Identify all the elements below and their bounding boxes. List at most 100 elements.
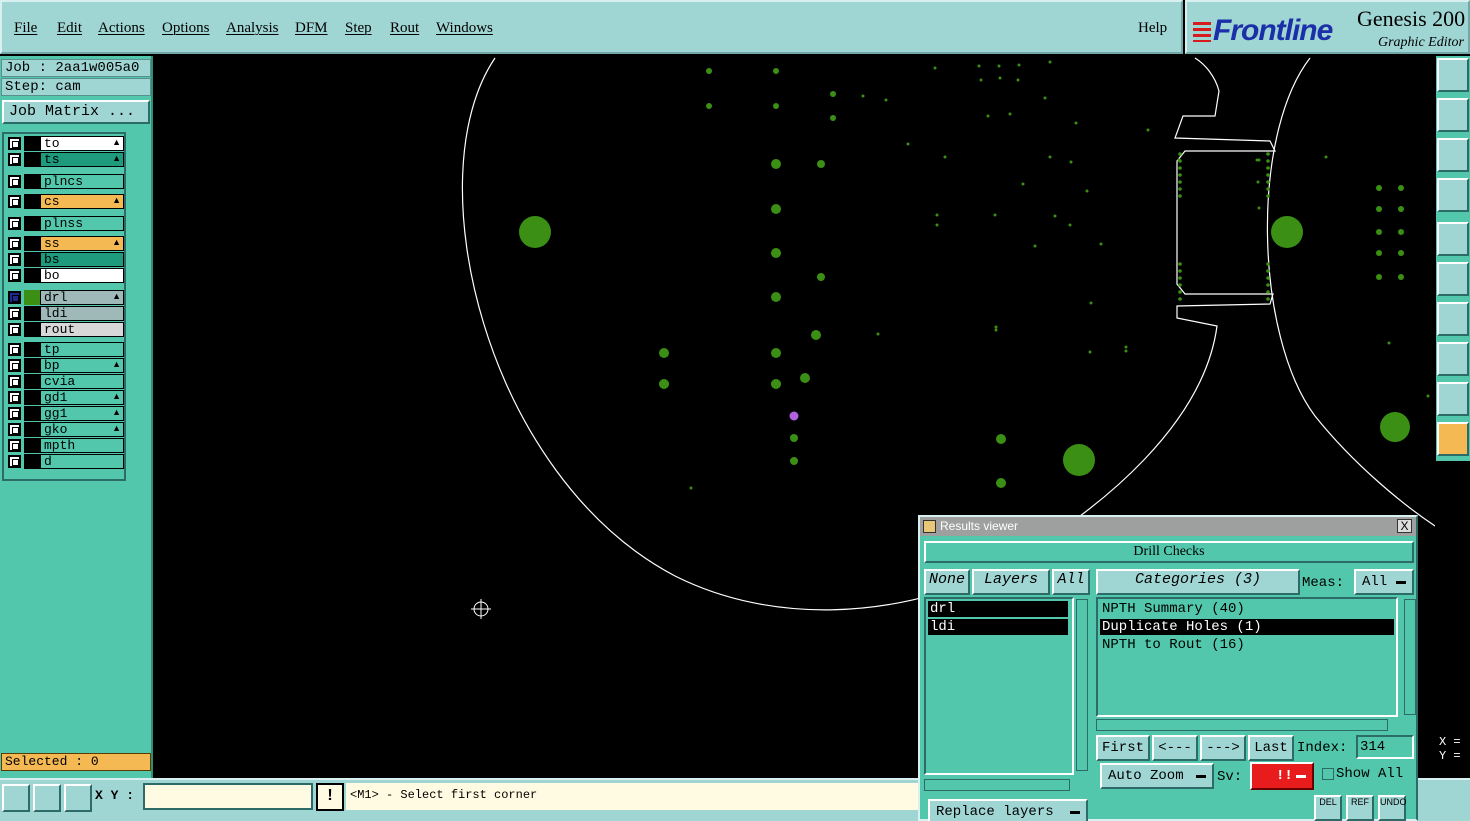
layer-row-ss[interactable]: ss ▲ <box>6 236 124 251</box>
layer-row-mpth[interactable]: mpth <box>6 438 124 453</box>
layer-color-swatch[interactable] <box>24 358 40 373</box>
layer-row-plncs[interactable]: plncs <box>6 174 124 189</box>
layer-checkbox[interactable] <box>8 269 21 282</box>
layer-color-swatch[interactable] <box>24 374 40 389</box>
layer-color-swatch[interactable] <box>24 268 40 283</box>
replace-layers-dropdown[interactable]: Replace layers <box>928 799 1088 821</box>
layer-checkbox[interactable] <box>8 307 21 320</box>
layer-color-swatch[interactable] <box>24 136 40 151</box>
layer-name[interactable]: plncs <box>40 174 124 189</box>
triangle-icon[interactable] <box>1437 382 1469 416</box>
categories-hscroll[interactable] <box>1096 719 1388 731</box>
select-icon[interactable] <box>1437 342 1469 376</box>
categories-list[interactable]: NPTH Summary (40) Duplicate Holes (1) NPTH… <box>1096 597 1398 717</box>
layer-row-gd1[interactable]: gd1 ▲ <box>6 390 124 405</box>
grid-icon[interactable] <box>64 784 92 812</box>
layer-row-bp[interactable]: bp ▲ <box>6 358 124 373</box>
diagonal-icon[interactable] <box>33 784 61 812</box>
layer-checkbox[interactable] <box>8 343 21 356</box>
layer-checkbox[interactable] <box>8 391 21 404</box>
layer-checkbox[interactable] <box>8 375 21 388</box>
show-all-checkbox[interactable] <box>1322 768 1334 780</box>
meas-dropdown[interactable]: All <box>1354 569 1414 595</box>
result-layer-item[interactable]: ldi <box>928 619 1068 635</box>
layer-checkbox[interactable] <box>8 439 21 452</box>
layer-checkbox[interactable] <box>8 137 21 150</box>
layer-color-swatch[interactable] <box>24 194 40 209</box>
layer-color-swatch[interactable] <box>24 422 40 437</box>
all-button[interactable]: All <box>1052 569 1090 595</box>
job-matrix-button[interactable]: Job Matrix ... <box>2 100 150 124</box>
layer-checkbox[interactable] <box>8 195 21 208</box>
none-button[interactable]: None <box>924 569 970 595</box>
menu-step[interactable]: Step <box>345 20 372 37</box>
xy-input[interactable] <box>143 783 313 810</box>
layers-list[interactable]: drl ldi <box>924 597 1074 775</box>
menu-actions[interactable]: Actions <box>98 20 145 37</box>
layer-row-d[interactable]: d <box>6 454 124 469</box>
layer-row-ldi[interactable]: ldi <box>6 306 124 321</box>
category-item[interactable]: Duplicate Holes (1) <box>1100 619 1394 635</box>
menu-options[interactable]: Options <box>162 20 210 37</box>
layer-checkbox[interactable] <box>8 407 21 420</box>
categories-button[interactable]: Categories (3) <box>1096 569 1300 595</box>
layer-color-swatch[interactable] <box>24 174 40 189</box>
connect-icon[interactable] <box>1437 262 1469 296</box>
layer-name[interactable]: plnss <box>40 216 124 231</box>
auto-zoom-dropdown[interactable]: Auto Zoom <box>1100 763 1214 789</box>
layer-color-swatch[interactable] <box>24 390 40 405</box>
category-item[interactable]: NPTH Summary (40) <box>1100 601 1394 617</box>
layer-color-swatch[interactable] <box>24 438 40 453</box>
layer-color-swatch[interactable] <box>24 236 40 251</box>
pointer-icon[interactable] <box>1437 422 1469 456</box>
layer-row-gko[interactable]: gko ▲ <box>6 422 124 437</box>
layer-row-to[interactable]: to ▲ <box>6 136 124 151</box>
categories-vscroll[interactable] <box>1404 599 1416 715</box>
layer-row-cvia[interactable]: cvia <box>6 374 124 389</box>
layer-checkbox[interactable] <box>8 291 21 304</box>
severity-button[interactable]: !! <box>1250 762 1314 790</box>
layer-name[interactable]: ldi <box>40 306 124 321</box>
layer-color-swatch[interactable] <box>24 342 40 357</box>
layer-name[interactable]: bo <box>40 268 124 283</box>
close-icon[interactable]: X <box>1397 519 1412 533</box>
layer-row-plnss[interactable]: plnss <box>6 216 124 231</box>
prev-button[interactable]: <--- <box>1152 735 1198 761</box>
layer-color-swatch[interactable] <box>24 216 40 231</box>
measure-icon[interactable] <box>1437 178 1469 212</box>
layer-row-drl[interactable]: drl ▲ <box>6 290 124 305</box>
category-item[interactable]: NPTH to Rout (16) <box>1100 637 1394 653</box>
layer-name[interactable]: mpth <box>40 438 124 453</box>
menu-analysis[interactable]: Analysis <box>226 20 279 37</box>
menu-file[interactable]: File <box>14 20 37 37</box>
menu-dfm[interactable]: DFM <box>295 20 328 37</box>
first-button[interactable]: First <box>1096 735 1150 761</box>
layer-row-ts[interactable]: ts ▲ <box>6 152 124 167</box>
layer-checkbox[interactable] <box>8 153 21 166</box>
layer-row-tp[interactable]: tp <box>6 342 124 357</box>
menu-help[interactable]: Help <box>1138 20 1167 37</box>
delete-button[interactable]: DEL <box>1314 795 1342 821</box>
layer-checkbox[interactable] <box>8 323 21 336</box>
layer-checkbox[interactable] <box>8 175 21 188</box>
last-button[interactable]: Last <box>1248 735 1294 761</box>
menu-rout[interactable]: Rout <box>390 20 419 37</box>
layer-row-gg1[interactable]: gg1 ▲ <box>6 406 124 421</box>
layers-vscroll[interactable] <box>1076 599 1088 771</box>
layer-name[interactable]: cvia <box>40 374 124 389</box>
layer-row-bo[interactable]: bo <box>6 268 124 283</box>
layers-hscroll[interactable] <box>924 779 1070 791</box>
menu-windows[interactable]: Windows <box>436 20 493 37</box>
layer-name[interactable]: d <box>40 454 124 469</box>
layer-row-cs[interactable]: cs ▲ <box>6 194 124 209</box>
layer-color-swatch[interactable] <box>24 152 40 167</box>
layer-color-swatch[interactable] <box>24 322 40 337</box>
layer-row-bs[interactable]: bs <box>6 252 124 267</box>
results-viewer-titlebar[interactable]: Results viewer X <box>920 517 1416 536</box>
layer-checkbox[interactable] <box>8 253 21 266</box>
layer-name[interactable]: rout <box>40 322 124 337</box>
alert-button[interactable]: ! <box>316 783 344 811</box>
layer-color-swatch[interactable] <box>24 406 40 421</box>
layer-color-swatch[interactable] <box>24 252 40 267</box>
layer-checkbox[interactable] <box>8 237 21 250</box>
